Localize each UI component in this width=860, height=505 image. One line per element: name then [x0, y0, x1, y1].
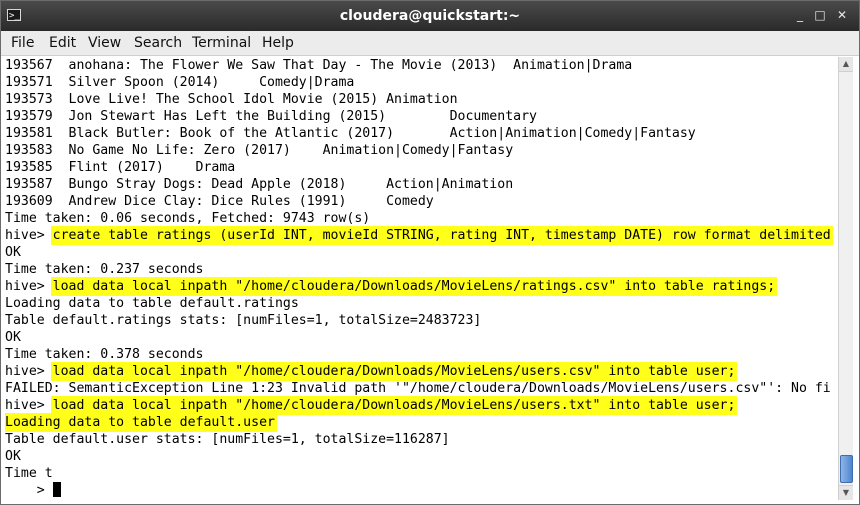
hive-prompt: hive>: [5, 279, 53, 294]
highlighted-command: load data local inpath "/home/cloudera/D…: [52, 364, 736, 379]
menu-bar: File Edit View Search Terminal Help: [1, 31, 859, 56]
output-line: 193587 Bungo Stray Dogs: Dead Apple (201…: [5, 177, 514, 192]
terminal-output[interactable]: 193567 anohana: The Flower We Saw That D…: [5, 57, 833, 502]
maximize-button[interactable]: □: [813, 7, 827, 23]
menu-file[interactable]: File: [11, 35, 34, 51]
vertical-scrollbar[interactable]: ▲ ▼: [838, 57, 853, 500]
window-title: cloudera@quickstart:~: [339, 8, 521, 24]
continuation-prompt: >: [5, 483, 53, 498]
output-line: Table default.ratings stats: [numFiles=1…: [5, 313, 482, 328]
output-line: Time taken: 0.378 seconds: [5, 347, 204, 362]
command-line: hive> create table ratings (userId INT, …: [5, 227, 833, 244]
output-line: OK: [5, 245, 21, 260]
terminal-window: >_ cloudera@quickstart:~ _ □ ✕ File Edit…: [0, 0, 860, 505]
output-line: 193583 No Game No Life: Zero (2017) Anim…: [5, 143, 514, 158]
input-line[interactable]: >: [5, 482, 833, 499]
hive-prompt: hive>: [5, 398, 53, 413]
menu-terminal[interactable]: Terminal: [192, 35, 251, 51]
scroll-down-arrow-icon[interactable]: ▼: [839, 485, 853, 500]
title-bar[interactable]: >_ cloudera@quickstart:~ _ □ ✕: [1, 1, 859, 31]
output-line: 193571 Silver Spoon (2014) Comedy|Drama: [5, 75, 355, 90]
highlighted-command: load data local inpath "/home/cloudera/D…: [52, 279, 776, 294]
hive-prompt: hive>: [5, 364, 53, 379]
output-line: 193579 Jon Stewart Has Left the Building…: [5, 109, 537, 124]
command-line: hive> load data local inpath "/home/clou…: [5, 397, 833, 414]
output-line: Table default.user stats: [numFiles=1, t…: [5, 432, 450, 447]
output-line: Time t: [5, 466, 53, 481]
scroll-up-arrow-icon[interactable]: ▲: [839, 57, 853, 72]
output-line: 193567 anohana: The Flower We Saw That D…: [5, 58, 633, 73]
highlighted-output: Loading data to table default.user: [5, 415, 275, 430]
command-line: hive> load data local inpath "/home/clou…: [5, 363, 833, 380]
menu-search[interactable]: Search: [134, 35, 182, 51]
highlighted-command: create table ratings (userId INT, movieI…: [52, 228, 831, 243]
output-line: 193573 Love Live! The School Idol Movie …: [5, 92, 458, 107]
output-line: OK: [5, 330, 21, 345]
highlighted-command: load data local inpath "/home/cloudera/D…: [52, 398, 736, 413]
output-line: OK: [5, 449, 21, 464]
output-line: 193609 Andrew Dice Clay: Dice Rules (199…: [5, 194, 434, 209]
error-line: FAILED: SemanticException Line 1:23 Inva…: [5, 381, 831, 396]
output-line: Loading data to table default.user: [5, 414, 833, 431]
command-line: hive> load data local inpath "/home/clou…: [5, 278, 833, 295]
scrollbar-thumb[interactable]: [840, 455, 853, 483]
text-cursor: [52, 482, 61, 497]
output-line: 193581 Black Butler: Book of the Atlanti…: [5, 126, 696, 141]
hive-prompt: hive>: [5, 228, 53, 243]
menu-view[interactable]: View: [88, 35, 121, 51]
minimize-button[interactable]: _: [793, 7, 807, 23]
close-button[interactable]: ✕: [835, 7, 849, 23]
output-line: Loading data to table default.ratings: [5, 296, 299, 311]
output-line: 193585 Flint (2017) Drama: [5, 160, 236, 175]
output-line: Time taken: 0.237 seconds: [5, 262, 204, 277]
output-line: Time taken: 0.06 seconds, Fetched: 9743 …: [5, 211, 371, 226]
menu-help[interactable]: Help: [262, 35, 294, 51]
menu-edit[interactable]: Edit: [49, 35, 76, 51]
